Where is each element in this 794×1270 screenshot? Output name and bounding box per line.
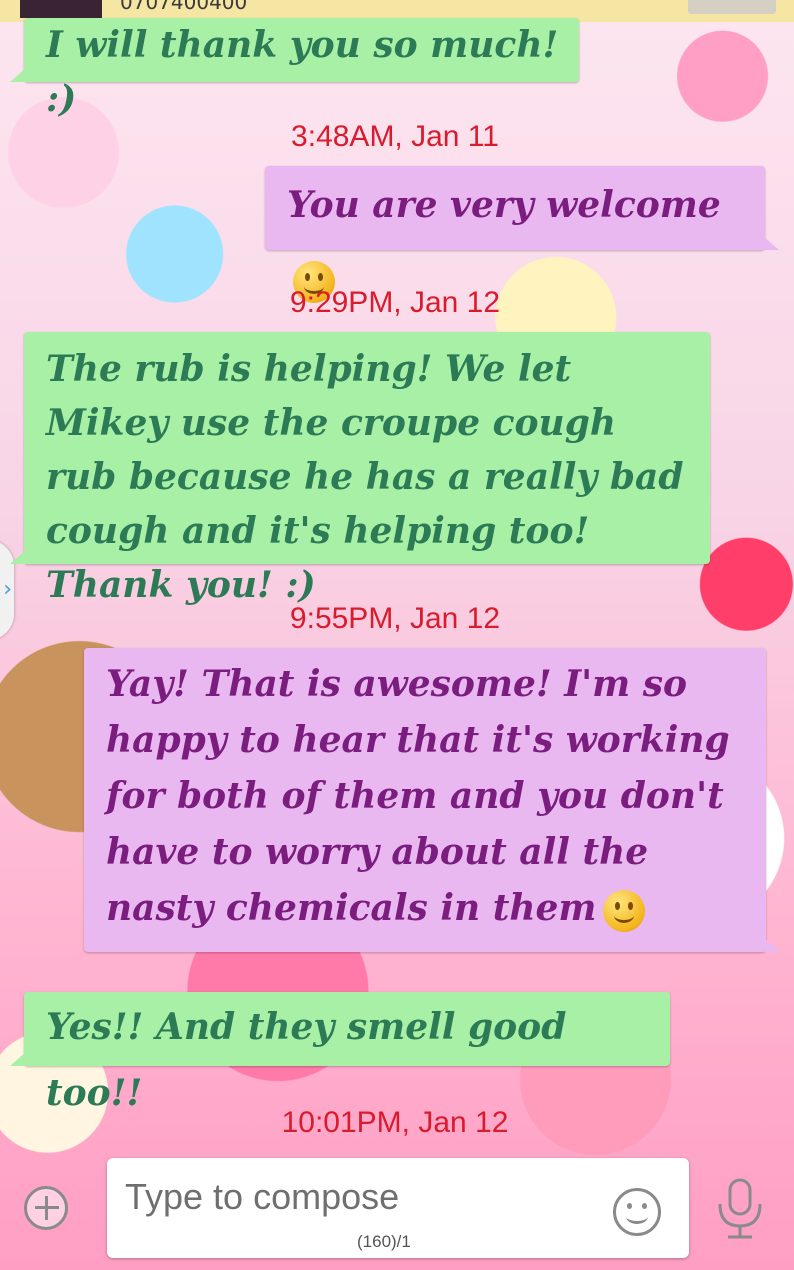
contact-number: 0707400400 [120, 0, 248, 14]
emoji-icon[interactable] [613, 1188, 661, 1236]
add-icon[interactable] [24, 1186, 68, 1230]
outgoing-message[interactable]: You are very welcome. [265, 166, 779, 303]
contact-avatar[interactable] [20, 0, 102, 18]
smiley-emoji-icon: . [602, 890, 645, 932]
timestamp: 9:29PM, Jan 12 [289, 286, 501, 319]
microphone-icon[interactable] [710, 1174, 770, 1244]
compose-bar: (160)/1 [0, 1152, 794, 1270]
character-counter: (160)/1 [357, 1232, 411, 1251]
timestamp: 9:55PM, Jan 12 [289, 602, 501, 635]
incoming-message[interactable]: I will thank you so much! :) [10, 18, 579, 120]
message-text: I will thank you so much! :) [46, 24, 559, 120]
message-text: Yay! That is awesome! I'm so happy to he… [106, 663, 730, 929]
timestamp: 10:01PM, Jan 12 [281, 1106, 509, 1139]
compose-input[interactable] [125, 1176, 585, 1218]
message-text: The rub is helping! We let Mikey use the… [46, 348, 684, 606]
outgoing-message[interactable]: Yay! That is awesome! I'm so happy to he… [84, 648, 780, 952]
message-text: Yes!! And they smell good too!! [46, 1006, 567, 1114]
message-text: You are very welcome [287, 184, 721, 226]
header-action-button[interactable] [688, 0, 776, 14]
incoming-message[interactable]: The rub is helping! We let Mikey use the… [10, 332, 710, 606]
timestamp: 3:48AM, Jan 11 [291, 120, 499, 153]
compose-box[interactable]: (160)/1 [107, 1158, 689, 1258]
incoming-message[interactable]: Yes!! And they smell good too!! [10, 992, 670, 1114]
